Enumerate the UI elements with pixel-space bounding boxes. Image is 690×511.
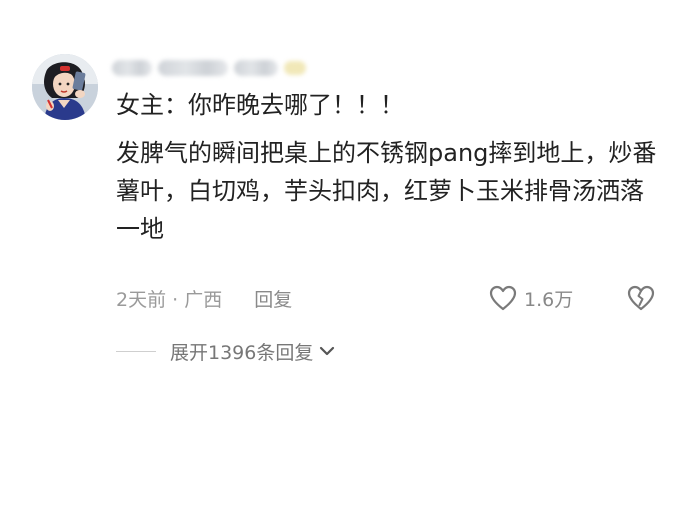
divider (116, 350, 156, 352)
blurred-name-part (158, 60, 228, 76)
comment-text: 女主：你昨晚去哪了！！！ 发脾气的瞬间把桌上的不锈钢pang摔到地上，炒番薯叶，… (116, 86, 664, 248)
like-button[interactable]: 1.6万 (488, 283, 573, 313)
blurred-name-part (234, 60, 278, 76)
chevron-down-icon (320, 346, 335, 356)
broken-heart-icon (627, 285, 655, 311)
blurred-badge (284, 61, 306, 75)
username-blurred[interactable] (112, 54, 312, 82)
blurred-name-part (112, 60, 152, 76)
time-location: 2天前 · 广西 (116, 288, 223, 311)
expand-replies-row: 展开1396条回复 (116, 336, 335, 366)
comment-meta: 2天前 · 广西 回复 1.6万 (116, 283, 664, 313)
reply-button[interactable]: 回复 (254, 285, 292, 312)
heart-outline-icon (489, 285, 517, 311)
dislike-button[interactable] (626, 283, 658, 313)
expand-replies-label: 展开1396条回复 (170, 341, 314, 364)
like-count: 1.6万 (524, 288, 574, 311)
expand-replies-button[interactable]: 展开1396条回复 (170, 338, 335, 365)
comment-line: 发脾气的瞬间把桌上的不锈钢pang摔到地上，炒番薯叶，白切鸡，芋头扣肉，红萝卜玉… (116, 139, 657, 243)
avatar[interactable] (32, 54, 98, 120)
avatar-illustration-icon (32, 54, 98, 120)
comment-line: 女主：你昨晚去哪了！！！ (116, 91, 404, 119)
